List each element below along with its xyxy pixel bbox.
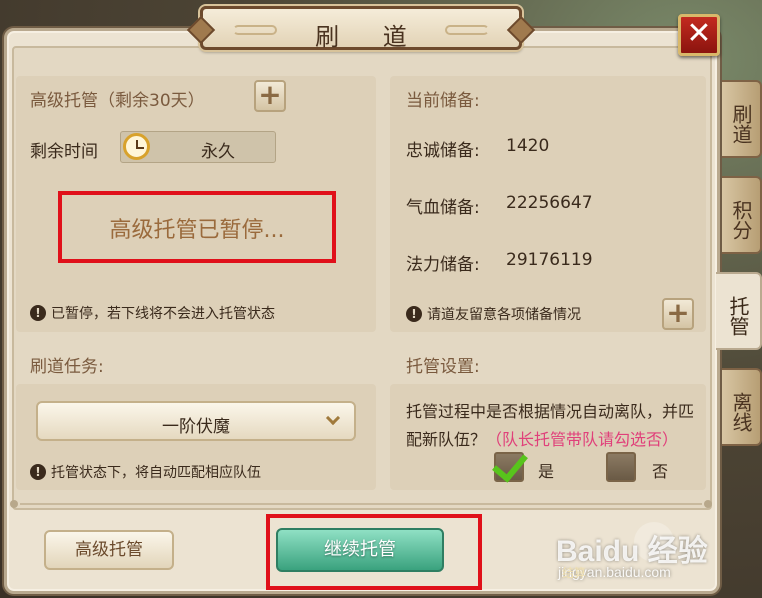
info-icon: ! xyxy=(30,464,46,480)
alarm-clock-icon xyxy=(123,133,150,160)
settings-question: 托管过程中是否根据情况自动离队，并匹配新队伍？（队长托管带队请勾选否） xyxy=(406,398,700,454)
chevron-down-icon xyxy=(325,410,341,426)
reserves-add-button[interactable]: + xyxy=(662,298,694,330)
loyalty-label: 忠诚储备: xyxy=(406,141,480,161)
window-title-plate: 刷 道 xyxy=(200,6,522,51)
divider-dot xyxy=(704,500,712,508)
yes-label: 是 xyxy=(538,462,555,481)
task-dropdown-value: 一阶伏魔 xyxy=(162,417,230,437)
info-icon: ! xyxy=(406,306,422,322)
mana-label: 法力储备: xyxy=(406,255,480,275)
premium-heading: 高级托管（剩余30天） xyxy=(30,91,205,111)
premium-add-button[interactable]: + xyxy=(254,80,286,112)
task-heading: 刷道任务: xyxy=(30,357,104,377)
mana-value: 29176119 xyxy=(506,250,593,270)
tab-offline[interactable]: 离线 xyxy=(722,368,762,446)
reserves-note-text: 请道友留意各项储备情况 xyxy=(427,307,581,323)
reserves-note: ! 请道友留意各项储备情况 xyxy=(406,304,581,324)
no-label: 否 xyxy=(652,462,669,481)
yes-checkbox[interactable] xyxy=(494,452,524,482)
no-checkbox[interactable] xyxy=(606,452,636,482)
hp-label: 气血储备: xyxy=(406,198,480,218)
settings-heading: 托管设置: xyxy=(406,357,480,377)
divider-dot xyxy=(10,500,18,508)
tab-points[interactable]: 积分 xyxy=(722,176,762,254)
premium-note: ! 已暂停，若下线将不会进入托管状态 xyxy=(30,303,275,323)
premium-note-text: 已暂停，若下线将不会进入托管状态 xyxy=(51,306,275,322)
task-note-text: 托管状态下，将自动匹配相应队伍 xyxy=(51,465,261,481)
close-button[interactable]: ✕ xyxy=(678,14,720,56)
loyalty-value: 1420 xyxy=(506,136,550,156)
window-title: 刷 道 xyxy=(315,23,425,51)
remaining-time-label: 剩余时间 xyxy=(30,142,98,162)
tab-auto[interactable]: 托管 xyxy=(716,272,762,350)
divider-line xyxy=(20,503,702,505)
paused-highlight-frame: 高级托管已暂停... xyxy=(58,191,336,263)
tab-brush[interactable]: 刷道 xyxy=(722,80,762,158)
baidu-watermark: Baidu 经验 jingyan.baidu.com 结算 xyxy=(556,520,756,590)
continue-auto-button[interactable]: 继续托管 xyxy=(276,528,444,572)
game-scene: 刷 道 ✕ 刷道 积分 托管 离线 高级托管（剩余30天） + 剩余时间 永久 … xyxy=(0,0,762,598)
reserves-heading: 当前储备: xyxy=(406,91,480,111)
task-note: ! 托管状态下，将自动匹配相应队伍 xyxy=(30,462,261,482)
remaining-time-value: 永久 xyxy=(201,142,235,162)
info-icon: ! xyxy=(30,305,46,321)
remaining-time-box: 永久 xyxy=(120,131,276,163)
settlement-label: 结算 xyxy=(562,566,587,580)
task-dropdown[interactable]: 一阶伏魔 xyxy=(36,401,356,441)
hp-value: 22256647 xyxy=(506,193,593,213)
paused-status-text: 高级托管已暂停... xyxy=(109,218,285,243)
settings-question-hint: （队长托管带队请勾选否） xyxy=(486,430,679,449)
premium-auto-button[interactable]: 高级托管 xyxy=(44,530,174,570)
